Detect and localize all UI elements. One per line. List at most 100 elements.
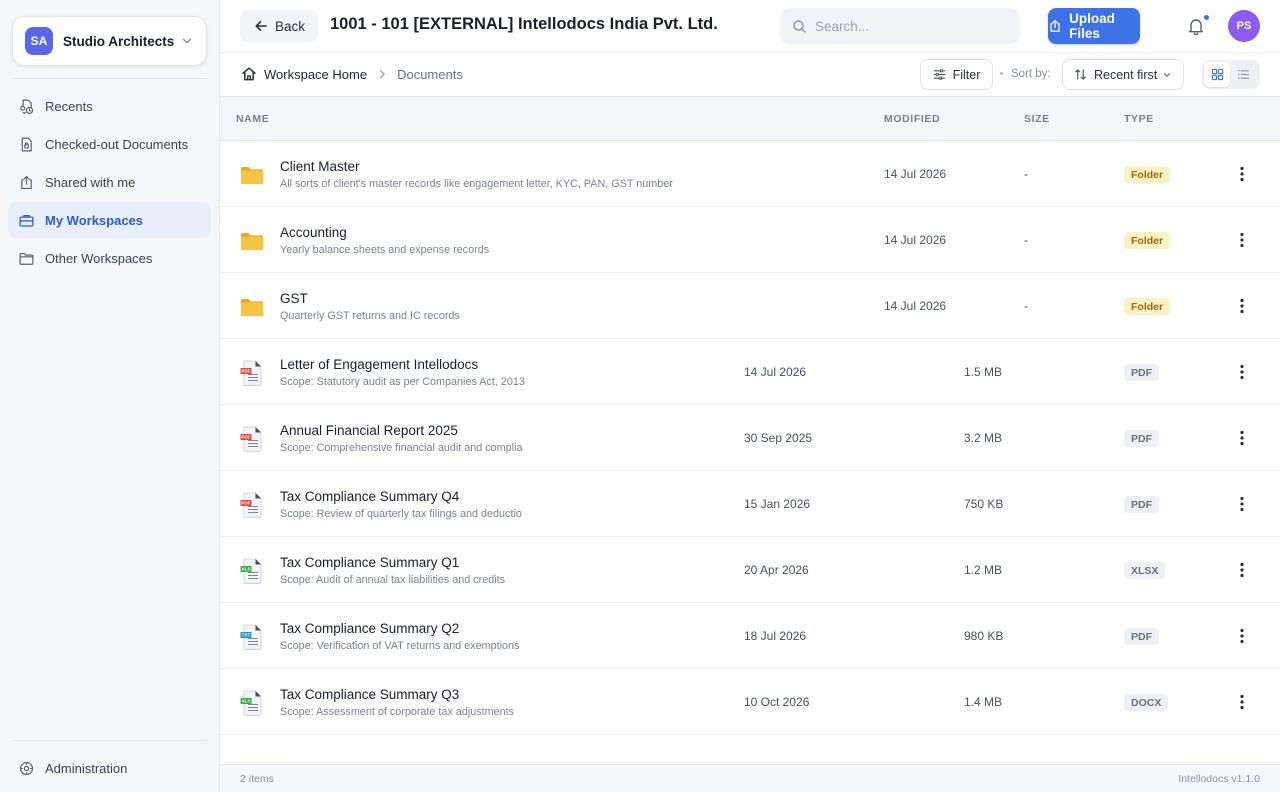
chevron-right-icon [379,69,385,79]
item-size: - [1024,167,1028,181]
table-row[interactable]: PDF Annual Financial Report 2025 Scope: Co… [220,405,1280,471]
table-row[interactable]: Client Master All sorts of client's maste… [220,141,1280,207]
list-view-button[interactable] [1230,62,1256,87]
breadcrumb-home[interactable]: Workspace Home [264,67,367,82]
org-name: Studio Architects [63,33,175,49]
folder-icon [240,233,264,251]
item-name[interactable]: Client Master [280,159,360,174]
sidebar-item-checked-out-documents[interactable]: Checked-out Documents [8,126,211,162]
sort-icon [1075,69,1086,80]
column-header-size[interactable]: SIZE [1024,113,1050,125]
item-count: 2 items [240,773,274,785]
shared-icon [21,175,32,189]
type-badge: PDF [1124,628,1159,645]
more-vertical-icon[interactable] [1234,428,1250,448]
item-name[interactable]: Letter of Engagement Intellodocs [280,357,478,372]
table-row[interactable]: PDF Letter of Engagement Intellodocs Scope… [220,339,1280,405]
item-name[interactable]: Accounting [280,225,347,240]
folder-icon [240,299,264,317]
sidebar-item-shared-with-me[interactable]: Shared with me [8,164,211,200]
pdf-file-icon: PDF [240,492,262,518]
topbar: Back 1001 - 101 [EXTERNAL] Intellodocs I… [220,0,1280,53]
column-header-modified[interactable]: MODIFIED [884,113,940,125]
more-vertical-icon[interactable] [1234,296,1250,316]
arrow-left-icon [255,21,267,31]
admin-label: Administration [45,760,128,776]
grid-view-button[interactable] [1204,62,1230,87]
more-vertical-icon[interactable] [1234,626,1250,646]
item-size: 1.2 MB [964,563,1003,577]
filter-icon [933,69,945,80]
sidebar-item-label: Recents [45,98,93,114]
item-size: 1.4 MB [964,695,1003,709]
folder-icon [19,252,34,265]
search-box[interactable] [780,8,1020,44]
column-header-type[interactable]: TYPE [1124,113,1154,125]
more-vertical-icon[interactable] [1234,560,1250,580]
item-description: Scope: Comprehensive financial audit and… [280,442,523,454]
more-vertical-icon[interactable] [1234,230,1250,250]
type-badge: XLSX [1124,562,1166,579]
more-vertical-icon[interactable] [1234,494,1250,514]
item-description: Yearly balance sheets and expense record… [280,244,490,256]
search-icon [793,19,806,33]
pdf-file-icon: PDF [240,426,262,452]
search-input[interactable] [815,18,1005,34]
table-row[interactable]: TXT Tax Compliance Summary Q2 Scope: Verif… [220,603,1280,669]
user-avatar[interactable]: PS [1228,10,1260,42]
item-size: 3.2 MB [964,431,1003,445]
item-name[interactable]: GST [280,291,308,306]
toolbar: Workspace Home Documents Filter Sort by:… [220,53,1280,97]
gear-icon [19,761,34,775]
briefcase-icon [19,214,34,227]
filter-label: Filter [952,67,981,82]
item-modified: 20 Apr 2026 [744,563,809,577]
item-name[interactable]: Tax Compliance Summary Q3 [280,687,459,702]
sidebar-item-other-workspaces[interactable]: Other Workspaces [8,240,211,276]
item-modified: 14 Jul 2026 [744,365,807,379]
org-switcher[interactable]: SA Studio Architects [12,16,207,66]
separator-dot [1000,72,1003,75]
more-vertical-icon[interactable] [1234,164,1250,184]
item-description: Scope: Audit of annual tax liabilities a… [280,574,506,586]
sort-dropdown[interactable]: Recent first [1062,59,1184,90]
table-row[interactable]: GST Quarterly GST returns and IC records 1… [220,273,1280,339]
table-row[interactable]: XLS Tax Compliance Summary Q3 Scope: Asses… [220,669,1280,735]
item-description: All sorts of client's master records lik… [280,178,673,190]
status-bar: 2 items Intellodocs v1.1.0 [220,764,1280,792]
back-label: Back [274,18,305,34]
table-row[interactable]: PDF Tax Compliance Summary Q4 Scope: Revie… [220,471,1280,537]
notification-dot [1203,14,1210,21]
type-badge: PDF [1124,496,1159,513]
item-modified: 15 Jan 2026 [744,497,811,511]
type-badge: Folder [1124,298,1171,315]
item-size: 750 KB [964,497,1004,511]
document-list: Client Master All sorts of client's maste… [220,141,1280,735]
item-modified: 18 Jul 2026 [744,629,807,643]
file-type-tag: XLS [242,567,251,572]
sidebar: SA Studio Architects Recents Checked-out… [0,0,220,792]
table-row[interactable]: Accounting Yearly balance sheets and expe… [220,207,1280,273]
item-modified: 14 Jul 2026 [884,299,947,313]
item-name[interactable]: Tax Compliance Summary Q4 [280,489,459,504]
more-vertical-icon[interactable] [1234,362,1250,382]
item-name[interactable]: Tax Compliance Summary Q1 [280,555,459,570]
back-button[interactable]: Back [240,10,318,42]
upload-files-button[interactable]: Upload Files [1048,8,1140,44]
column-header-name[interactable]: NAME [236,113,269,125]
sidebar-item-recents[interactable]: Recents [8,88,211,124]
sidebar-nav: Recents Checked-out Documents Shared wit… [8,88,211,278]
sidebar-item-label: Shared with me [45,174,136,190]
table-row[interactable]: XLS Tax Compliance Summary Q1 Scope: Audit… [220,537,1280,603]
item-size: - [1024,299,1028,313]
sidebar-divider [12,740,207,741]
sidebar-item-my-workspaces[interactable]: My Workspaces [8,202,211,238]
sidebar-item-administration[interactable]: Administration [8,751,211,785]
item-name[interactable]: Tax Compliance Summary Q2 [280,621,459,636]
app-version: Intellodocs v1.1.0 [1178,773,1260,785]
sidebar-divider [12,78,207,79]
filter-button[interactable]: Filter [920,59,993,90]
item-name[interactable]: Annual Financial Report 2025 [280,423,458,438]
grid-icon [1211,68,1223,81]
more-vertical-icon[interactable] [1234,692,1250,712]
